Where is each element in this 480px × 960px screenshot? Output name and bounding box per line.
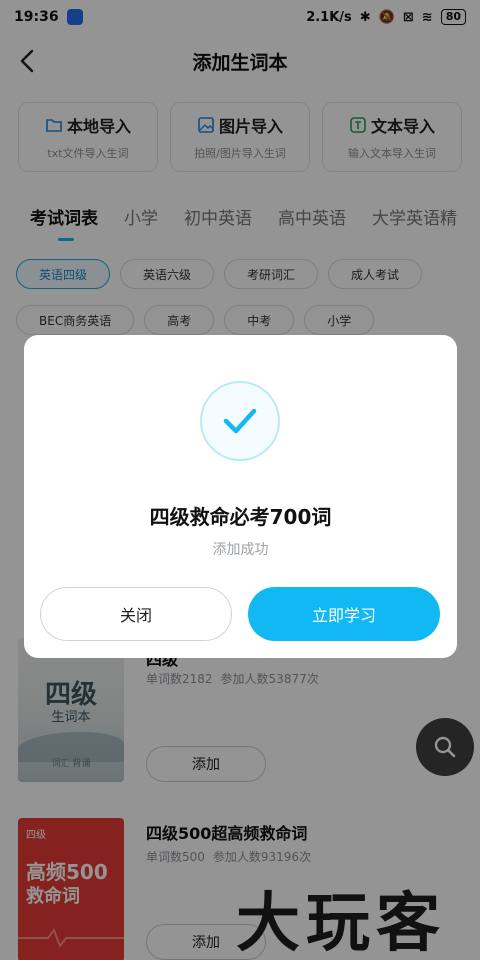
dialog-subtitle: 添加成功 <box>212 542 269 558</box>
study-now-button[interactable]: 立即学习 <box>248 587 440 641</box>
check-icon <box>223 408 257 434</box>
watermark-logo: 大玩客 <box>236 886 446 960</box>
success-check-icon <box>200 381 280 461</box>
close-button[interactable]: 关闭 <box>40 587 232 641</box>
success-dialog: 四级救命必考700词 添加成功 关闭 立即学习 <box>24 335 457 658</box>
dialog-title: 四级救命必考700词 <box>149 505 332 529</box>
